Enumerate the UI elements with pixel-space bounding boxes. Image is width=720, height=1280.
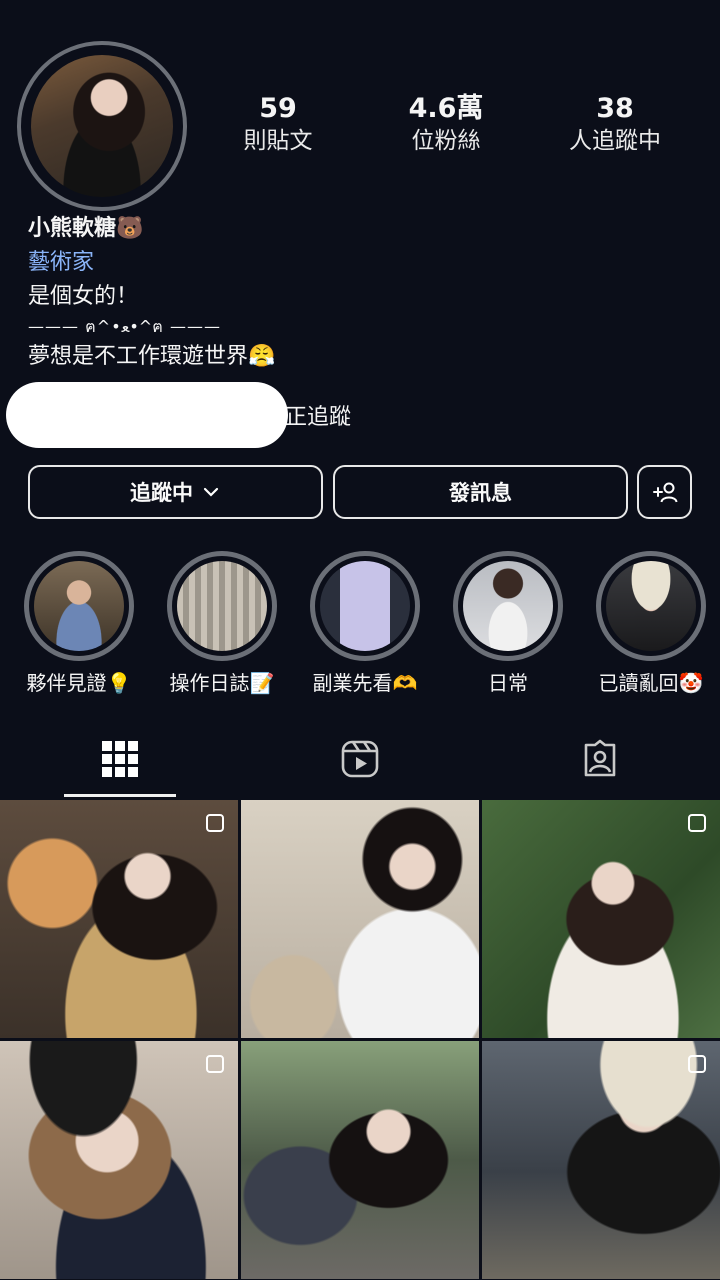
post-thumbnail[interactable] (482, 1041, 720, 1279)
post-image (0, 800, 238, 1038)
bio-line-2: ——— ฅ^•ﻌ•^ฅ ——— (28, 317, 221, 336)
posts-label: 則貼文 (243, 128, 313, 154)
highlight-ring (24, 551, 134, 661)
following-button-label: 追蹤中 (130, 481, 193, 505)
highlight-label: 副業先看🫶 (312, 671, 418, 695)
highlight-label: 日常 (488, 671, 528, 695)
following-count[interactable]: 38 人追蹤中 (545, 93, 685, 157)
multiple-photos-icon (206, 814, 224, 832)
highlight-label: 操作日誌📝 (169, 671, 275, 695)
active-tab-indicator (64, 794, 176, 797)
highlight-thumbnail (320, 561, 410, 651)
post-thumbnail[interactable] (0, 800, 238, 1038)
highlight-thumbnail (34, 561, 124, 651)
suggest-users-button[interactable] (637, 465, 692, 519)
posts-count[interactable]: 59 則貼文 (208, 93, 348, 157)
post-image (241, 1041, 479, 1279)
bio-line-3: 夢想是不工作環遊世界😤 (28, 344, 276, 369)
post-image (0, 1041, 238, 1279)
tab-tagged[interactable] (480, 738, 720, 800)
post-thumbnail[interactable] (0, 1041, 238, 1279)
highlight-item[interactable]: 副業先看🫶 (295, 551, 435, 697)
highlight-item[interactable]: 日常 (438, 551, 578, 697)
highlight-item[interactable]: 已讀亂回🤡 (581, 551, 720, 697)
tab-reels[interactable] (240, 738, 480, 800)
highlight-ring (310, 551, 420, 661)
following-button[interactable]: 追蹤中 (28, 465, 323, 519)
multiple-photos-icon (206, 1055, 224, 1073)
followers-number: 4.6萬 (408, 93, 484, 124)
highlight-ring (167, 551, 277, 661)
highlight-thumbnail (463, 561, 553, 651)
profile-category[interactable]: 藝術家 (28, 248, 94, 278)
grid-icon (102, 741, 138, 777)
avatar[interactable] (31, 55, 173, 197)
highlight-label: 已讀亂回🤡 (598, 671, 704, 695)
followers-count[interactable]: 4.6萬 位粉絲 (376, 93, 516, 157)
post-thumbnail[interactable] (241, 1041, 479, 1279)
bio-line-1: 是個女的！ (28, 284, 139, 309)
post-thumbnail[interactable] (482, 800, 720, 1038)
highlight-thumbnail (606, 561, 696, 651)
add-person-icon (652, 482, 677, 503)
highlight-item[interactable]: 操作日誌📝 (152, 551, 292, 697)
posts-number: 59 (259, 93, 297, 124)
tab-posts[interactable] (0, 738, 240, 800)
redaction-mark (6, 382, 288, 448)
followers-label: 位粉絲 (411, 128, 481, 154)
following-label: 人追蹤中 (569, 128, 661, 154)
highlight-thumbnail (177, 561, 267, 651)
multiple-photos-icon (688, 814, 706, 832)
followed-by-text[interactable]: 正追蹤 (285, 403, 351, 433)
post-image (241, 800, 479, 1038)
tagged-person-icon (584, 739, 616, 777)
highlight-item[interactable]: 夥伴見證💡 (9, 551, 149, 697)
message-button[interactable]: 發訊息 (333, 465, 628, 519)
post-image (482, 800, 720, 1038)
reels-icon (341, 740, 379, 778)
following-number: 38 (596, 93, 634, 124)
post-image (482, 1041, 720, 1279)
chevron-down-icon (203, 487, 219, 497)
highlight-label: 夥伴見證💡 (26, 671, 132, 695)
profile-name: 小熊軟糖🐻 (28, 216, 144, 241)
multiple-photos-icon (688, 1055, 706, 1073)
post-thumbnail[interactable] (241, 800, 479, 1038)
highlight-ring (453, 551, 563, 661)
message-button-label: 發訊息 (449, 481, 512, 505)
highlight-ring (596, 551, 706, 661)
